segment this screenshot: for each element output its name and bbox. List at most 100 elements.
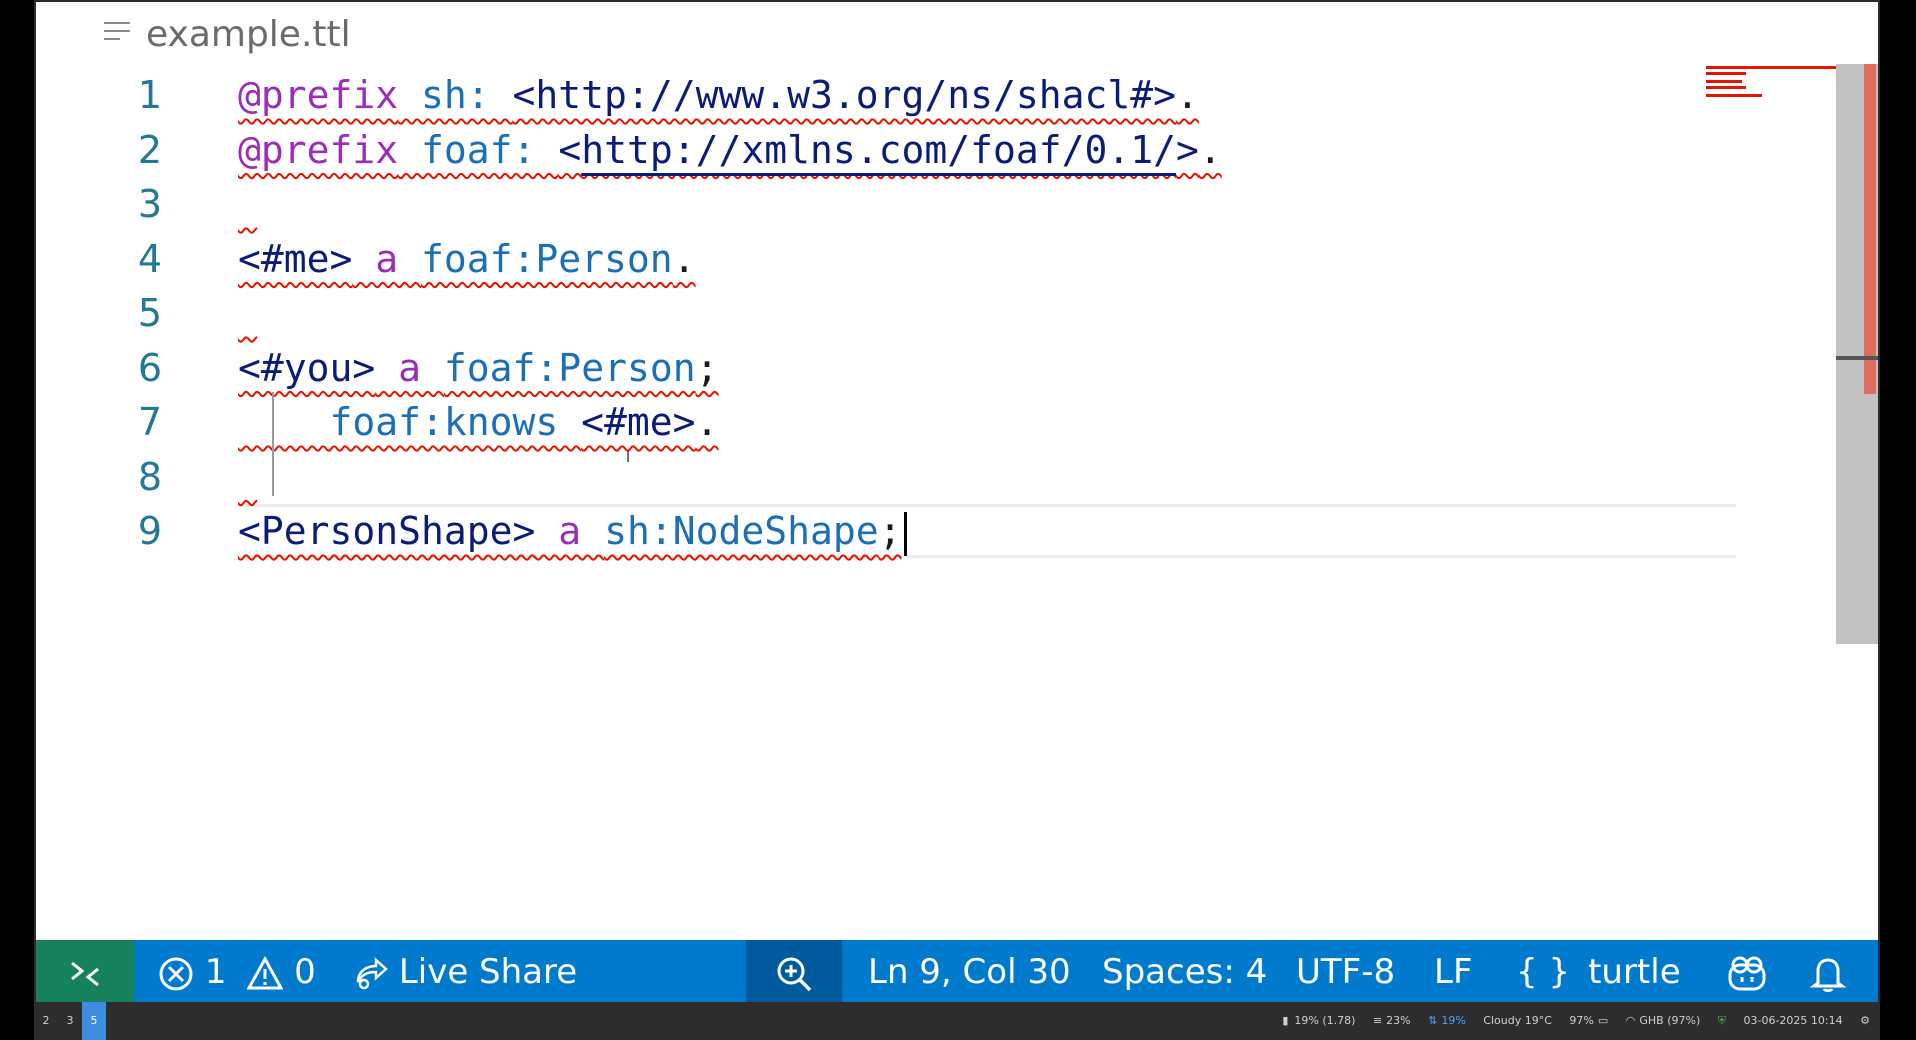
code-line[interactable]: @prefix foaf: <http://xmlns.com/foaf/0.1… — [238, 123, 1222, 177]
wifi-icon: ◠ — [1625, 1014, 1636, 1027]
tab-bar: example.ttl — [36, 2, 1878, 64]
code-line[interactable]: <#you> a foaf:Person; — [238, 341, 718, 395]
copilot-button[interactable] — [1726, 940, 1768, 1002]
code-line[interactable]: <#me> a foaf:Person. — [238, 232, 696, 286]
error-squiggle: <#you> a foaf:Person; — [238, 346, 718, 390]
indent-guide — [272, 392, 274, 496]
line-number: 3 — [137, 182, 162, 226]
code-token: . — [1198, 127, 1222, 172]
error-squiggle: @prefix sh: <http://www.w3.org/ns/shacl#… — [238, 73, 1199, 117]
line-number: 9 — [137, 509, 162, 553]
empty-line-squiggle — [238, 311, 257, 330]
error-icon — [159, 957, 193, 990]
error-count: 1 — [204, 952, 227, 992]
line-number: 4 — [137, 236, 162, 281]
empty-line-squiggle — [238, 475, 257, 494]
code-token: . — [672, 236, 696, 281]
workspace-3[interactable]: 3 — [58, 1002, 82, 1040]
network-usage: 19% — [1441, 1014, 1466, 1027]
code-line[interactable]: @prefix sh: <http://www.w3.org/ns/shacl#… — [238, 68, 1199, 122]
cpu-icon: ▮ — [1282, 1014, 1289, 1027]
text-cursor — [903, 511, 907, 556]
shield-icon: ⛨ — [1717, 1014, 1726, 1027]
zoom-button[interactable] — [746, 940, 842, 1002]
braces-icon: { } — [1516, 952, 1571, 992]
code-line[interactable] — [238, 286, 257, 340]
remote-indicator-button[interactable] — [36, 940, 134, 1002]
language-mode-button[interactable]: { } turtle — [1516, 940, 1681, 1002]
error-squiggle: @prefix foaf: <http://xmlns.com/foaf/0.1… — [238, 128, 1222, 172]
zoom-in-icon — [777, 957, 812, 991]
scrollbar-cursor-marker — [1836, 356, 1878, 360]
code-token: sh: — [398, 73, 513, 117]
code-token: foaf:Person — [421, 236, 673, 281]
code-line[interactable]: <PersonShape> a sh:NodeShape; — [238, 504, 907, 558]
cursor-position[interactable]: Ln 9, Col 30 — [868, 940, 1071, 1002]
system-taskbar: 235 ▮ 19% (1.78) ≡ 23% ⇅ 19% Cloudy 19°C 97… — [34, 1002, 1880, 1040]
code-token: ; — [878, 509, 902, 553]
line-number: 1 — [137, 73, 162, 117]
code-editor[interactable]: 1 2 3 4 5 6 7 8 9 @prefix sh: <http://www.w3.org… — [36, 64, 1840, 940]
code-token: a — [375, 345, 444, 390]
code-token: foaf:Person — [443, 345, 696, 390]
code-token: foaf:knows — [238, 400, 582, 444]
minimap[interactable] — [1706, 64, 1840, 144]
system-tray: ▮ 19% (1.78) ≡ 23% ⇅ 19% Cloudy 19°C 97% ▭ ◠… — [1268, 1002, 1870, 1040]
line-number: 7 — [137, 400, 162, 444]
workspace-2[interactable]: 2 — [34, 1002, 58, 1040]
error-squiggle: <PersonShape> a sh:NodeShape; — [238, 509, 902, 553]
memory-icon: ≡ — [1372, 1014, 1383, 1027]
settings-icon[interactable]: ⚙ — [1860, 1014, 1870, 1027]
line-number: 2 — [137, 127, 162, 172]
code-token: a — [352, 236, 422, 281]
code-line[interactable]: foaf:knows <#me>. — [238, 395, 719, 449]
error-squiggle: <#me> a foaf:Person. — [238, 237, 696, 281]
code-token: > — [1176, 127, 1199, 172]
cpu-usage: 19% (1.78) — [1294, 1014, 1356, 1027]
file-lines-icon — [104, 22, 130, 48]
battery-icon: ▭ — [1597, 1014, 1609, 1027]
editor-window: example.ttl 1 2 3 4 5 6 7 8 9 @prefix sh: <http:… — [34, 0, 1880, 1002]
workspace-5[interactable]: 5 — [82, 1002, 106, 1040]
problems-button[interactable]: 1 0 — [158, 940, 316, 1002]
code-token: @prefix — [238, 127, 399, 172]
eol-setting[interactable]: LF — [1434, 940, 1473, 1002]
code-token: foaf: — [398, 127, 559, 172]
scrollbar-error-marker — [1864, 64, 1876, 394]
wifi-status[interactable]: GHB (97%) — [1639, 1014, 1700, 1027]
live-share-label: Live Share — [398, 952, 578, 992]
code-line[interactable] — [238, 177, 257, 231]
code-token: <#you> — [238, 345, 376, 390]
code-token: <PersonShape> — [238, 509, 536, 553]
line-number: 6 — [137, 345, 162, 390]
line-number: 5 — [137, 291, 162, 335]
indentation-setting[interactable]: Spaces: 4 — [1102, 940, 1267, 1002]
error-squiggle: foaf:knows <#me>. — [238, 400, 719, 444]
datetime[interactable]: 03-06-2025 10:14 — [1744, 1014, 1843, 1027]
ibeam-cursor-icon: I — [626, 450, 631, 466]
tab-filename[interactable]: example.ttl — [146, 14, 351, 55]
network-icon: ⇅ — [1428, 1014, 1438, 1027]
live-share-icon — [356, 956, 388, 989]
battery-level: 97% — [1569, 1014, 1594, 1027]
code-token: sh:NodeShape — [604, 509, 879, 553]
code-token: <#me> — [238, 236, 353, 281]
warning-count: 0 — [294, 952, 316, 992]
code-token: ; — [695, 345, 719, 390]
code-token: <http://www.w3.org/ns/shacl#> — [512, 73, 1177, 117]
warning-icon — [246, 955, 284, 989]
empty-line-squiggle — [238, 202, 257, 221]
code-token: <#me> — [581, 400, 696, 444]
status-bar: 1 0 Live Share Ln 9, Col 30 Spaces: 4 UT… — [36, 940, 1878, 1002]
code-token: < — [558, 127, 582, 172]
language-label: turtle — [1588, 952, 1681, 992]
code-token: . — [1176, 73, 1199, 117]
code-line[interactable] — [238, 450, 257, 504]
line-number: 8 — [137, 454, 162, 499]
copilot-icon — [1728, 956, 1766, 990]
bell-icon — [1809, 957, 1847, 992]
encoding-setting[interactable]: UTF-8 — [1296, 940, 1395, 1002]
code-token: @prefix — [238, 73, 399, 117]
notifications-button[interactable] — [1809, 940, 1847, 1002]
live-share-button[interactable]: Live Share — [352, 940, 577, 1002]
